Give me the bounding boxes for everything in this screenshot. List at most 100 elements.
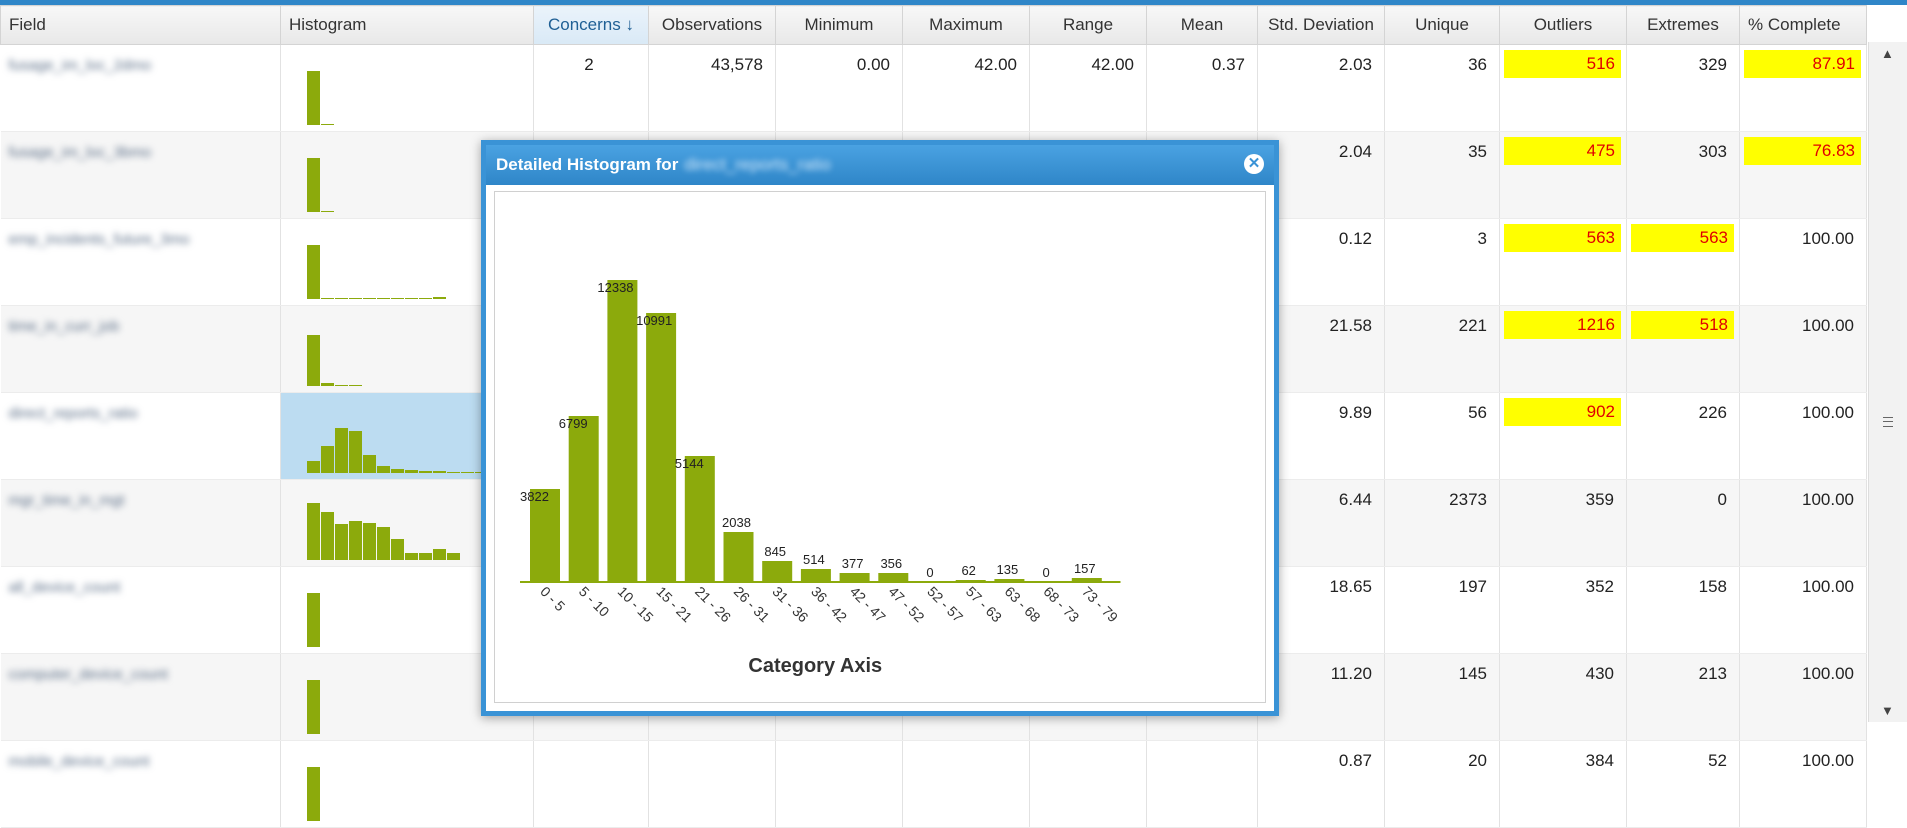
- cell-std-deviation: 2.03: [1257, 44, 1385, 132]
- cell-field[interactable]: time_in_curr_job: [0, 305, 281, 393]
- col-header-maximum[interactable]: Maximum: [902, 5, 1030, 45]
- col-header-observations[interactable]: Observations: [648, 5, 776, 45]
- mini-histogram-bar: [405, 553, 418, 560]
- cell-complete: 76.83: [1739, 131, 1867, 219]
- flag-value: 76.83: [1744, 137, 1861, 165]
- data-label: 3822: [520, 489, 549, 504]
- col-header-outliers[interactable]: Outliers: [1499, 5, 1627, 45]
- data-label: 157: [1074, 561, 1096, 576]
- mini-histogram-bar: [307, 593, 320, 647]
- col-header-std-deviation[interactable]: Std. Deviation: [1257, 5, 1385, 45]
- x-tick-label: 36 - 42: [808, 583, 850, 625]
- cell-complete: 100.00: [1739, 218, 1867, 306]
- col-header-field[interactable]: Field: [0, 5, 281, 45]
- flag-value: 87.91: [1744, 50, 1861, 78]
- scroll-up-icon[interactable]: ▲: [1881, 46, 1894, 61]
- col-header-extremes[interactable]: Extremes: [1626, 5, 1740, 45]
- cell-complete: 87.91: [1739, 44, 1867, 132]
- cell-unique: 36: [1384, 44, 1500, 132]
- cell-complete: 100.00: [1739, 566, 1867, 654]
- dialog-titlebar[interactable]: Detailed Histogram for direct_reports_rat…: [486, 145, 1274, 185]
- data-label: 0: [1042, 565, 1049, 580]
- cell-extremes: 226: [1626, 392, 1740, 480]
- field-name: mobile_device_count: [8, 753, 150, 770]
- mini-histogram-bar: [377, 527, 390, 560]
- cell-field[interactable]: mobile_device_count: [0, 740, 281, 828]
- data-label: 5144: [675, 456, 704, 471]
- field-name: all_device_count: [8, 579, 121, 596]
- histogram-bar: [646, 313, 677, 582]
- col-header-unique[interactable]: Unique: [1384, 5, 1500, 45]
- field-name: fusage_im_loc_2dmo: [8, 57, 152, 74]
- mini-histogram-bar: [405, 298, 418, 299]
- field-name: mgr_time_in_mgt: [8, 492, 125, 509]
- histogram-bar: [762, 561, 793, 582]
- cell-field[interactable]: fusage_im_loc_2dmo: [0, 44, 281, 132]
- mini-histogram-bar: [307, 158, 320, 212]
- cell-field[interactable]: fusage_im_loc_3bmo: [0, 131, 281, 219]
- field-name: fusage_im_loc_3bmo: [8, 144, 152, 161]
- cell-histogram[interactable]: [280, 44, 534, 132]
- x-tick-label: 68 - 73: [1040, 583, 1082, 625]
- mini-histogram-bar: [419, 553, 432, 560]
- mini-histogram-bar: [391, 539, 404, 560]
- mini-histogram-bar: [321, 298, 334, 299]
- cell-outliers: 384: [1499, 740, 1627, 828]
- cell-std-deviation: 0.87: [1257, 740, 1385, 828]
- data-label: 10991: [636, 313, 672, 328]
- field-name: emp_incidents_future_3mo: [8, 231, 190, 248]
- col-header-complete[interactable]: % Complete: [1739, 5, 1867, 45]
- cell-field[interactable]: all_device_count: [0, 566, 281, 654]
- cell-unique: 221: [1384, 305, 1500, 393]
- cell-concerns: [533, 740, 649, 828]
- cell-mean: 0.37: [1146, 44, 1258, 132]
- flag-value: 563: [1504, 224, 1621, 252]
- col-header-histogram[interactable]: Histogram: [280, 5, 534, 45]
- mini-histogram-bar: [419, 471, 432, 473]
- mini-histogram-bar: [363, 455, 376, 473]
- cell-outliers: 359: [1499, 479, 1627, 567]
- flag-value: 475: [1504, 137, 1621, 165]
- cell-field[interactable]: mgr_time_in_mgt: [0, 479, 281, 567]
- scroll-down-icon[interactable]: ▼: [1881, 703, 1894, 718]
- cell-field[interactable]: direct_reports_ratio: [0, 392, 281, 480]
- col-header-mean[interactable]: Mean: [1146, 5, 1258, 45]
- histogram-bar: [839, 573, 870, 582]
- data-label: 514: [803, 552, 825, 567]
- field-name: time_in_curr_job: [8, 318, 120, 335]
- vertical-scrollbar[interactable]: ▲ ▼: [1868, 42, 1907, 722]
- mini-histogram-bar: [349, 298, 362, 299]
- data-label: 62: [961, 563, 975, 578]
- cell-histogram[interactable]: [280, 740, 534, 828]
- histogram-bar: [878, 573, 909, 582]
- mini-histogram-bar: [391, 469, 404, 473]
- cell-unique: 145: [1384, 653, 1500, 741]
- col-header-range[interactable]: Range: [1029, 5, 1147, 45]
- mini-histogram-bar: [307, 680, 320, 734]
- cell-field[interactable]: emp_incidents_future_3mo: [0, 218, 281, 306]
- table-row[interactable]: mobile_device_count 0.87 20 384 52 100.00: [0, 740, 1867, 828]
- mini-histogram-bar: [307, 461, 320, 473]
- scroll-grip-icon[interactable]: [1883, 417, 1893, 427]
- close-icon[interactable]: ✕: [1244, 154, 1264, 174]
- table-row[interactable]: fusage_im_loc_2dmo 2 43,578 0.00 42.00 42.00 0…: [0, 44, 1867, 132]
- mini-histogram-bar: [335, 428, 348, 473]
- mini-histogram-bar: [461, 472, 474, 473]
- histogram-bar: [955, 580, 986, 582]
- x-axis-title: Category Axis: [748, 655, 882, 677]
- flag-value: 902: [1504, 398, 1621, 426]
- mini-histogram-bar: [321, 383, 334, 386]
- mini-histogram-bar: [433, 471, 446, 473]
- cell-mean: [1146, 740, 1258, 828]
- data-label: 2038: [722, 515, 751, 530]
- col-header-minimum[interactable]: Minimum: [775, 5, 903, 45]
- field-name: direct_reports_ratio: [8, 405, 138, 422]
- cell-outliers: 475: [1499, 131, 1627, 219]
- cell-observations: [648, 740, 776, 828]
- cell-minimum: [775, 740, 903, 828]
- flag-value: 563: [1631, 224, 1734, 252]
- col-header-concerns[interactable]: Concerns ↓: [533, 5, 649, 45]
- cell-unique: 56: [1384, 392, 1500, 480]
- histogram-chart: 3822 0 - 5 6799 5 - 10 12338 10 - 15 10991 15 -…: [520, 280, 1121, 677]
- cell-field[interactable]: computer_device_count: [0, 653, 281, 741]
